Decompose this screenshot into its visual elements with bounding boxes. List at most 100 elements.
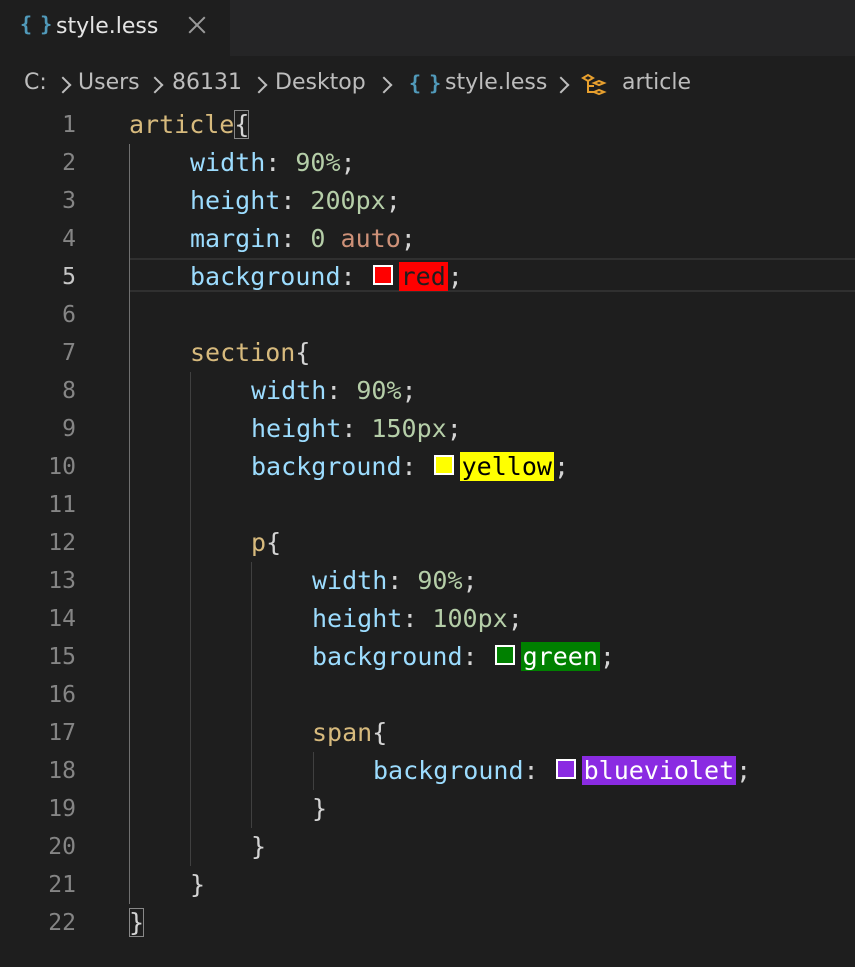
color-swatch[interactable] [494,645,515,665]
breadcrumb-symbol[interactable]: article [622,70,691,95]
code-content: height: 200px; [190,186,401,215]
property-name: height [312,604,403,633]
line-number: 10 [48,454,76,480]
symbol-structure-icon [580,72,608,100]
tab-bar: { } style.less [0,0,855,56]
line-number: 14 [48,606,76,632]
line-number: 17 [48,720,76,746]
code-line[interactable]: 13 width: 90%; [0,562,855,600]
code-line[interactable]: 4 margin: 0 auto; [0,220,855,258]
code-line[interactable]: 1 article{ [0,106,855,144]
chevron-right-icon [147,75,167,97]
open-brace: { [372,718,388,747]
breadcrumb-drive[interactable]: C: [24,70,47,95]
code-content: p{ [251,524,281,562]
line-number: 16 [48,682,76,708]
color-swatch[interactable] [433,455,454,475]
code-content: width: 90%; [251,376,417,405]
line-number: 20 [48,834,76,860]
close-brace: } [312,794,328,823]
code-content: width: 90%; [190,148,356,177]
code-line[interactable]: 22} [0,904,855,942]
breadcrumb-desktop[interactable]: Desktop [275,70,366,95]
selector: section [190,338,296,367]
code-line[interactable]: 15 background: green; [0,638,855,676]
code-content: background: green; [312,642,615,671]
line-number: 5 [62,264,76,290]
chevron-right-icon [553,75,573,97]
code-content: height: 150px; [251,414,462,443]
braces-file-icon: { } [409,71,441,95]
color-swatch[interactable] [555,759,576,779]
property-name: margin [190,224,281,253]
property-name: width [312,566,388,595]
code-line[interactable]: 12 p{ [0,524,855,562]
property-name: background [190,262,341,291]
code-content: background: red; [190,262,463,291]
code-content: width: 90%; [312,566,478,595]
line-number: 9 [62,416,76,442]
property-value: 90% [417,566,463,595]
property-value: 200px [310,186,386,215]
code-content: article{ [129,106,250,144]
code-line[interactable]: 10 background: yellow; [0,448,855,486]
braces-file-icon: { } [20,12,52,36]
code-content: background: blueviolet; [373,756,752,785]
property-name: width [251,376,327,405]
property-name: background [312,642,463,671]
code-content: } [312,790,327,828]
line-number: 21 [48,872,76,898]
code-content: } [190,866,205,904]
code-content: } [251,828,266,866]
line-number: 15 [48,644,76,670]
code-content: margin: 0 auto; [190,224,416,253]
line-number: 3 [62,188,76,214]
chevron-right-icon [251,75,271,97]
close-icon[interactable] [184,12,210,40]
code-line[interactable]: 9 height: 150px; [0,410,855,448]
code-line[interactable]: 6 [0,296,855,334]
open-brace: { [266,528,282,557]
line-number: 13 [48,568,76,594]
code-line[interactable]: 18 background: blueviolet; [0,752,855,790]
code-line[interactable]: 14 height: 100px; [0,600,855,638]
code-line[interactable]: 2 width: 90%; [0,144,855,182]
code-line[interactable]: 16 [0,676,855,714]
code-line[interactable]: 11 [0,486,855,524]
color-value: red [398,262,448,291]
close-brace: } [129,908,145,937]
code-line[interactable]: 3 height: 200px; [0,182,855,220]
breadcrumb: C: Users 86131 Desktop { } style.less ar… [0,66,855,104]
breadcrumb-users[interactable]: Users [78,70,140,95]
close-brace: } [251,832,267,861]
property-value: 90% [356,376,402,405]
breadcrumb-file[interactable]: style.less [445,70,547,95]
property-value: auto [340,224,401,253]
line-number: 19 [48,796,76,822]
color-value: green [520,642,600,671]
selector: p [251,528,267,557]
line-number: 11 [48,492,76,518]
code-editor[interactable]: 1 article{ 2 width: 90%; 3 height: 200px; 4 mar… [0,106,855,967]
breadcrumb-user[interactable]: 86131 [172,70,242,95]
color-swatch[interactable] [372,265,393,285]
selector: span [312,718,373,747]
line-number: 2 [62,150,76,176]
chevron-right-icon [376,75,396,97]
code-line[interactable]: 5 background: red; [0,258,855,296]
open-brace: { [234,110,250,139]
line-number: 1 [62,112,76,138]
tab-title: style.less [56,14,159,39]
code-line[interactable]: 20} [0,828,855,866]
code-line[interactable]: 8 width: 90%; [0,372,855,410]
code-line[interactable]: 19} [0,790,855,828]
code-line[interactable]: 21} [0,866,855,904]
code-line[interactable]: 17 span{ [0,714,855,752]
tab-style-less[interactable]: { } style.less [0,0,230,56]
code-line[interactable]: 7 section{ [0,334,855,372]
line-number: 6 [62,302,76,328]
line-number: 4 [62,226,76,252]
property-name: height [190,186,281,215]
property-value: 90% [295,148,341,177]
line-number: 18 [48,758,76,784]
